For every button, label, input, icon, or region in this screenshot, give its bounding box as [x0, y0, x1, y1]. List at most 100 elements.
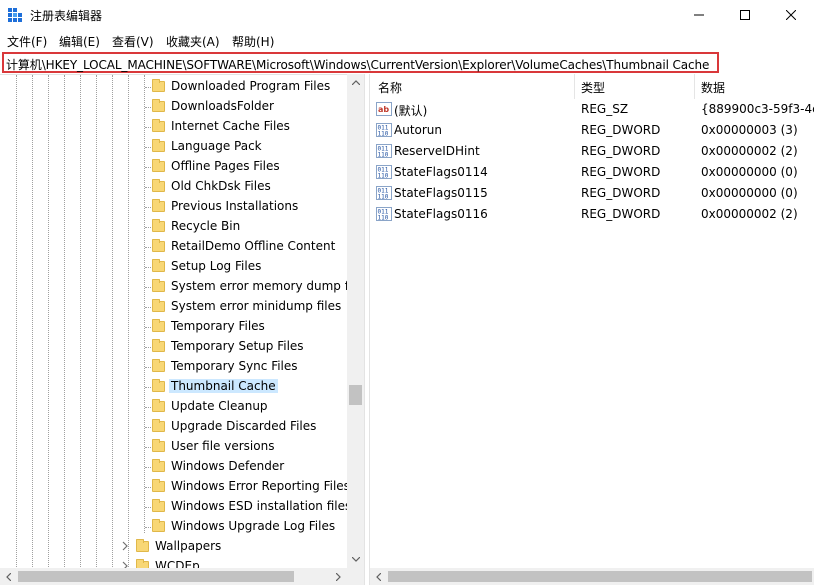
- value-data: 0x00000002 (2): [701, 144, 798, 158]
- column-header-name[interactable]: 名称: [378, 79, 402, 96]
- scroll-left-arrow[interactable]: [0, 568, 17, 585]
- tree-item-label: Previous Installations: [171, 199, 299, 213]
- tree-connector: [145, 167, 151, 168]
- minimize-button[interactable]: [676, 0, 722, 30]
- value-type: REG_DWORD: [581, 123, 661, 137]
- tree-connector: [145, 467, 151, 468]
- table-row[interactable]: 011 110 StateFlags0114 REG_DWORD 0x00000000 …: [370, 162, 814, 183]
- svg-text:110: 110: [378, 215, 389, 222]
- table-row[interactable]: 011 110 StateFlags0115 REG_DWORD 0x00000000 …: [370, 183, 814, 204]
- tree-item-label: Temporary Files: [171, 319, 265, 333]
- scroll-thumb[interactable]: [388, 571, 812, 582]
- tree-item[interactable]: Setup Log Files: [0, 257, 350, 277]
- registry-editor-icon: [8, 8, 22, 22]
- tree-item[interactable]: Previous Installations: [0, 197, 350, 217]
- column-header-type[interactable]: 类型: [581, 79, 605, 96]
- list-horizontal-scrollbar[interactable]: [370, 568, 814, 585]
- tree-connector: [145, 307, 151, 308]
- table-row[interactable]: 011 110 ReserveIDHint REG_DWORD 0x00000002 (…: [370, 141, 814, 162]
- menu-view[interactable]: 查看(V): [112, 33, 154, 50]
- tree-item[interactable]: RetailDemo Offline Content: [0, 237, 350, 257]
- tree-item-label: Downloaded Program Files: [171, 79, 331, 93]
- tree-item[interactable]: Language Pack: [0, 137, 350, 157]
- tree-item[interactable]: Downloaded Program Files: [0, 77, 350, 97]
- folder-icon: [152, 99, 165, 112]
- folder-icon: [152, 279, 165, 292]
- tree-item[interactable]: User file versions: [0, 437, 350, 457]
- maximize-button[interactable]: [722, 0, 768, 30]
- chevron-right-icon[interactable]: [120, 561, 130, 568]
- tree-connector: [145, 267, 151, 268]
- value-name: StateFlags0115: [394, 186, 488, 200]
- tree-item-label: Internet Cache Files: [171, 119, 290, 133]
- tree-item[interactable]: Temporary Sync Files: [0, 357, 350, 377]
- tree-item[interactable]: WCDEp: [0, 557, 350, 568]
- address-path[interactable]: 计算机\HKEY_LOCAL_MACHINE\SOFTWARE\Microsof…: [6, 56, 709, 73]
- column-separator[interactable]: [694, 74, 695, 99]
- tree-connector: [145, 107, 151, 108]
- scroll-down-arrow[interactable]: [347, 551, 364, 568]
- chevron-up-icon: [351, 80, 360, 85]
- scroll-right-arrow[interactable]: [330, 568, 347, 585]
- column-header-data[interactable]: 数据: [701, 79, 725, 96]
- chevron-right-icon[interactable]: [120, 541, 130, 551]
- column-separator[interactable]: [574, 74, 575, 99]
- tree-item[interactable]: Wallpapers: [0, 537, 350, 557]
- tree-connector: [145, 507, 151, 508]
- binary-value-icon: 011110: [376, 207, 392, 222]
- scroll-thumb[interactable]: [349, 385, 362, 405]
- scroll-left-arrow[interactable]: [370, 568, 387, 585]
- tree-item[interactable]: Recycle Bin: [0, 217, 350, 237]
- window-title: 注册表编辑器: [30, 9, 103, 23]
- tree-item[interactable]: Windows Upgrade Log Files: [0, 517, 350, 537]
- tree-item[interactable]: Windows ESD installation files: [0, 497, 351, 517]
- value-data: 0x00000000 (0): [701, 186, 798, 200]
- table-row[interactable]: ab (默认) REG_SZ {889900c3-59f3-4c2: [370, 99, 814, 120]
- tree-item-label: Language Pack: [171, 139, 262, 153]
- tree-horizontal-scrollbar[interactable]: [0, 568, 364, 585]
- tree-item[interactable]: Upgrade Discarded Files: [0, 417, 350, 437]
- minimize-icon: [694, 14, 704, 16]
- tree-item[interactable]: Windows Error Reporting Files: [0, 477, 350, 497]
- tree-connector: [145, 427, 151, 428]
- menu-favorites[interactable]: 收藏夹(A): [166, 33, 220, 50]
- tree-item-label: Thumbnail Cache: [169, 379, 278, 393]
- tree-vertical-scrollbar[interactable]: [347, 74, 364, 568]
- tree-item[interactable]: Temporary Setup Files: [0, 337, 350, 357]
- tree-item-label: System error memory dump fi: [171, 279, 353, 293]
- tree-item[interactable]: System error minidump files: [0, 297, 350, 317]
- value-list[interactable]: 名称 类型 数据 ab (默认) REG_SZ {889900c3-59f3-4c2 0…: [370, 74, 814, 568]
- close-button[interactable]: [768, 0, 814, 30]
- tree-item-label: Update Cleanup: [171, 399, 268, 413]
- tree-item-label: RetailDemo Offline Content: [171, 239, 336, 253]
- table-row[interactable]: 011 110 Autorun REG_DWORD 0x00000003 (3): [370, 120, 814, 141]
- tree-connector: [145, 207, 151, 208]
- folder-icon: [152, 119, 165, 132]
- menu-file[interactable]: 文件(F): [7, 33, 47, 50]
- tree-item[interactable]: Old ChkDsk Files: [0, 177, 350, 197]
- tree-item[interactable]: Update Cleanup: [0, 397, 350, 417]
- table-row[interactable]: 011 110 StateFlags0116 REG_DWORD 0x00000002 …: [370, 204, 814, 225]
- title-bar[interactable]: 注册表编辑器: [0, 0, 814, 30]
- folder-icon: [136, 539, 149, 552]
- address-bar[interactable]: 计算机\HKEY_LOCAL_MACHINE\SOFTWARE\Microsof…: [2, 52, 719, 73]
- key-tree[interactable]: Downloaded Program Files DownloadsFolder I…: [0, 74, 364, 568]
- tree-item[interactable]: System error memory dump fi: [0, 277, 352, 297]
- tree-connector: [145, 447, 151, 448]
- folder-icon: [152, 319, 165, 332]
- menu-help[interactable]: 帮助(H): [232, 33, 274, 50]
- tree-connector: [145, 147, 151, 148]
- tree-item[interactable]: Offline Pages Files: [0, 157, 350, 177]
- tree-item-label: DownloadsFolder: [171, 99, 274, 113]
- scroll-up-arrow[interactable]: [347, 74, 364, 91]
- tree-item[interactable]: Temporary Files: [0, 317, 350, 337]
- menu-edit[interactable]: 编辑(E): [59, 33, 100, 50]
- tree-item[interactable]: Internet Cache Files: [0, 117, 350, 137]
- value-type: REG_DWORD: [581, 207, 661, 221]
- folder-icon: [152, 199, 165, 212]
- tree-item[interactable]: DownloadsFolder: [0, 97, 350, 117]
- scroll-thumb[interactable]: [18, 571, 294, 582]
- value-name: ReserveIDHint: [394, 144, 480, 158]
- tree-item[interactable]: Thumbnail Cache: [0, 377, 350, 397]
- tree-item[interactable]: Windows Defender: [0, 457, 350, 477]
